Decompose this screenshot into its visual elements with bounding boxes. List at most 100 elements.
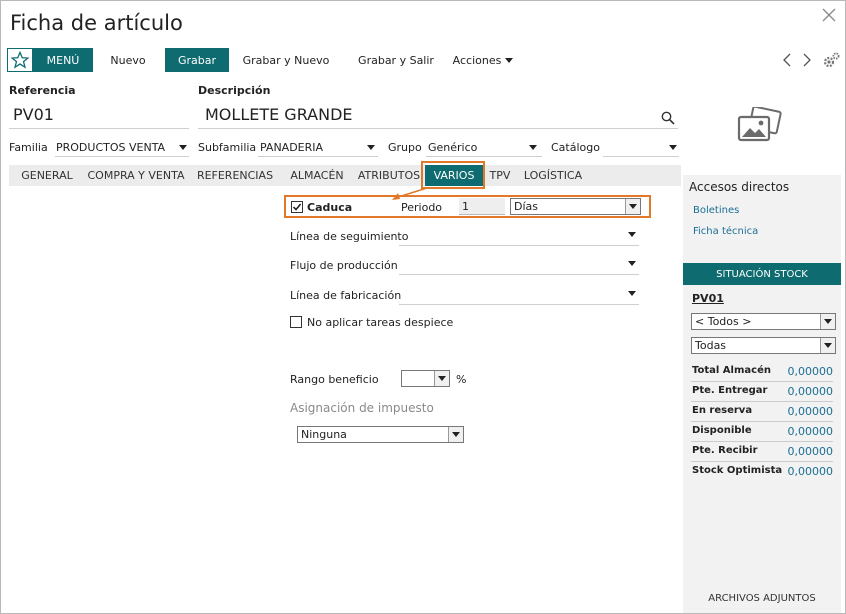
image-placeholder-icon[interactable] — [737, 107, 783, 143]
subfamilia-underline — [258, 156, 378, 157]
archivos-adjuntos-button[interactable]: ARCHIVOS ADJUNTOS — [683, 593, 841, 604]
grabar-salir-button[interactable]: Grabar y Salir — [355, 48, 437, 72]
tab-logistica[interactable]: LOGÍSTICA — [521, 165, 585, 186]
no-aplicar-checkbox[interactable] — [290, 316, 302, 328]
caduca-checkbox[interactable] — [291, 201, 303, 213]
grupo-underline — [426, 156, 542, 157]
dropdown-arrow-icon[interactable] — [625, 199, 640, 214]
linea-seguimiento-combo[interactable] — [399, 245, 639, 246]
grupo-combo[interactable]: Grupo Genérico — [388, 139, 542, 157]
grupo-label: Grupo — [388, 141, 422, 154]
subfamilia-value: PANADERIA — [260, 141, 324, 154]
catalogo-label: Catálogo — [551, 141, 600, 154]
chevron-down-icon — [438, 376, 446, 381]
chevron-right-icon[interactable] — [801, 52, 813, 68]
dropdown-arrow-icon[interactable] — [434, 371, 449, 386]
tab-general[interactable]: GENERAL — [9, 165, 85, 186]
linea-fabricacion-combo[interactable] — [399, 304, 639, 305]
referencia-input[interactable]: PV01 — [13, 105, 54, 124]
rango-beneficio-label: Rango beneficio — [290, 373, 379, 386]
familia-combo[interactable]: Familia PRODUCTOS VENTA — [9, 139, 189, 157]
asignacion-impuesto-label: Asignación de impuesto — [290, 401, 434, 415]
tab-bar: GENERAL COMPRA Y VENTA REFERENCIAS ALMAC… — [9, 165, 681, 186]
familia-label: Familia — [9, 141, 48, 154]
tab-almacen[interactable]: ALMACÉN — [285, 165, 349, 186]
chevron-down-icon — [179, 145, 187, 150]
descripcion-input[interactable]: MOLLETE GRANDE — [205, 105, 353, 124]
descripcion-underline — [198, 128, 678, 129]
todas-select[interactable]: Todas — [691, 337, 836, 354]
accesos-directos-title: Accesos directos — [689, 180, 790, 194]
boletines-link[interactable]: Boletines — [693, 205, 739, 216]
nuevo-button[interactable]: Nuevo — [103, 48, 153, 72]
dropdown-arrow-icon[interactable] — [820, 338, 835, 353]
rango-beneficio-select[interactable] — [401, 370, 450, 387]
grabar-button[interactable]: Grabar — [165, 48, 229, 72]
almacen-select-value: < Todos > — [695, 315, 752, 328]
tab-referencias[interactable]: REFERENCIAS — [191, 165, 279, 186]
stock-reference-link[interactable]: PV01 — [692, 292, 724, 305]
window-title: Ficha de artículo — [10, 11, 183, 35]
chevron-down-icon — [669, 145, 677, 150]
stock-row-value: 0,00000 — [787, 425, 834, 438]
asignacion-impuesto-select[interactable]: Ninguna — [297, 426, 464, 443]
ficha-tecnica-link[interactable]: Ficha técnica — [693, 226, 758, 237]
chevron-left-icon[interactable] — [781, 52, 793, 68]
chevron-down-icon[interactable] — [628, 232, 636, 237]
dropdown-arrow-icon[interactable] — [448, 427, 463, 442]
checkmark-icon — [292, 203, 302, 211]
subfamilia-combo[interactable]: Subfamilia PANADERIA — [198, 139, 378, 157]
periodo-unit-select[interactable]: Días — [510, 198, 641, 215]
chevron-down-icon — [629, 204, 637, 209]
stock-row-label: Total Almacén — [692, 365, 771, 376]
asignacion-impuesto-value: Ninguna — [301, 428, 347, 441]
favorite-star-icon[interactable] — [7, 48, 33, 72]
tab-tpv[interactable]: TPV — [487, 165, 513, 186]
catalogo-underline — [603, 156, 679, 157]
caduca-label: Caduca — [307, 201, 353, 214]
chevron-down-icon — [505, 57, 514, 63]
todas-select-value: Todas — [695, 339, 727, 352]
stock-row-value: 0,00000 — [787, 465, 834, 478]
stock-row-label: Disponible — [692, 425, 752, 436]
close-icon[interactable] — [821, 7, 837, 23]
familia-underline — [55, 156, 189, 157]
catalogo-combo[interactable]: Catálogo — [551, 139, 679, 157]
stock-row-divider — [691, 441, 833, 442]
acciones-button[interactable]: Acciones — [451, 48, 515, 72]
stock-row-divider — [691, 381, 833, 382]
chevron-down-icon — [452, 432, 460, 437]
chevron-down-icon — [529, 145, 537, 150]
sidebar: Accesos directos Boletines Ficha técnica… — [683, 175, 841, 613]
familia-value: PRODUCTOS VENTA — [56, 141, 166, 154]
periodo-input[interactable]: 1 — [459, 198, 505, 215]
almacen-select[interactable]: < Todos > — [691, 313, 836, 330]
stock-row-value: 0,00000 — [787, 445, 834, 458]
acciones-label: Acciones — [452, 53, 502, 67]
gear-icon[interactable] — [821, 50, 841, 70]
subfamilia-label: Subfamilia — [198, 141, 257, 154]
chevron-down-icon — [367, 145, 375, 150]
chevron-down-icon — [824, 343, 832, 348]
flujo-produccion-combo[interactable] — [399, 274, 639, 275]
article-window: Ficha de artículo MENÚ Nuevo Grabar Grab… — [0, 0, 846, 614]
chevron-down-icon[interactable] — [628, 291, 636, 296]
toolbar-right — [781, 48, 841, 72]
menu-button[interactable]: MENÚ — [33, 48, 93, 72]
search-icon[interactable] — [661, 111, 675, 125]
no-aplicar-label: No aplicar tareas despiece — [307, 316, 454, 329]
tab-compra-venta[interactable]: COMPRA Y VENTA — [85, 165, 187, 186]
stock-row-value: 0,00000 — [787, 385, 834, 398]
grabar-nuevo-button[interactable]: Grabar y Nuevo — [241, 48, 331, 72]
tab-highlight-frame — [421, 161, 485, 189]
chevron-down-icon[interactable] — [628, 261, 636, 266]
referencia-underline — [9, 128, 189, 129]
flujo-produccion-label: Flujo de producción — [290, 259, 398, 272]
chevron-down-icon — [824, 319, 832, 324]
dropdown-arrow-icon[interactable] — [820, 314, 835, 329]
percent-label: % — [456, 373, 467, 386]
toolbar: MENÚ Nuevo Grabar Grabar y Nuevo Grabar … — [7, 48, 841, 72]
referencia-label: Referencia — [9, 84, 76, 97]
tab-atributos[interactable]: ATRIBUTOS — [355, 165, 423, 186]
stock-row-divider — [691, 401, 833, 402]
